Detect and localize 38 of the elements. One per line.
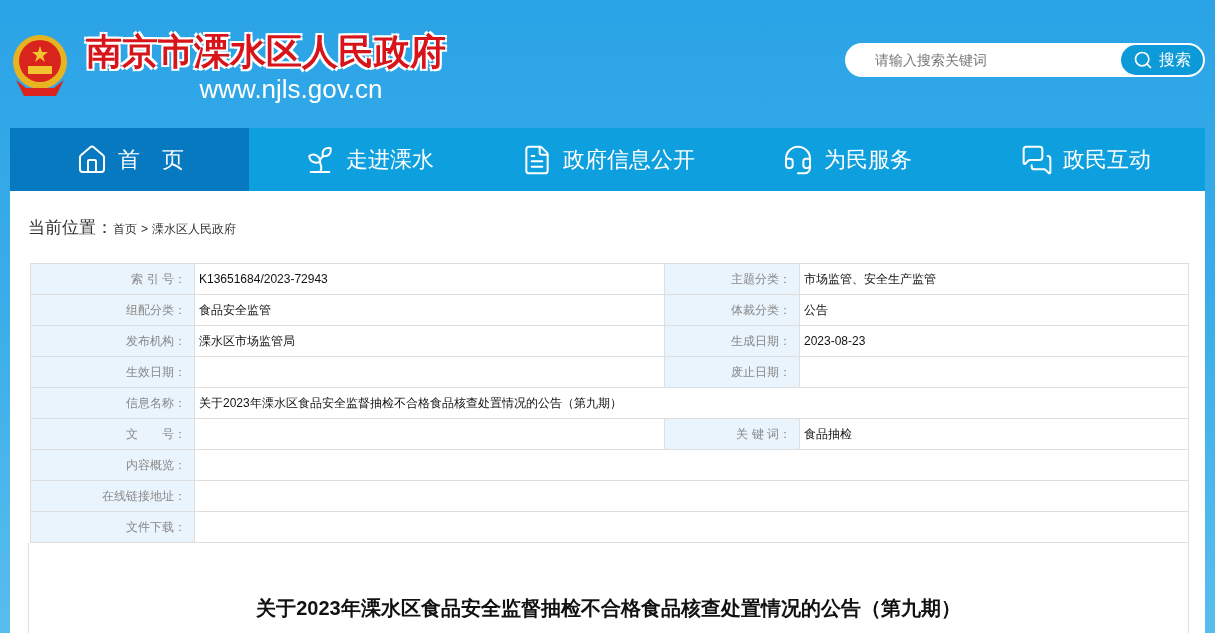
field-label: 组配分类：	[31, 294, 195, 325]
field-label: 文件下载：	[31, 511, 195, 542]
field-label: 生成日期：	[665, 325, 800, 356]
field-label: 废止日期：	[665, 356, 800, 387]
search-field[interactable]: 请输入搜索关键词 搜索	[845, 43, 1205, 77]
site-name: 南京市溧水区人民政府	[86, 30, 446, 74]
nav-tab[interactable]: 首 页	[10, 128, 249, 191]
field-label: 主题分类：	[665, 263, 800, 294]
nav-tab[interactable]: 政府信息公开	[488, 128, 727, 191]
field-label: 信息名称：	[31, 387, 195, 418]
field-label: 内容概览：	[31, 449, 195, 480]
article-title: 关于2023年溧水区食品安全监督抽检不合格食品核查处置情况的公告（第九期）	[256, 595, 961, 621]
nav-tab[interactable]: 政民互动	[966, 128, 1205, 191]
chat-bubbles-icon	[1020, 143, 1053, 176]
field-label: 发布机构：	[31, 325, 195, 356]
breadcrumb-separator: >	[141, 221, 148, 238]
search-icon	[1133, 50, 1153, 70]
site-url: www.njls.gov.cn	[199, 74, 383, 104]
field-label: 生效日期：	[31, 356, 195, 387]
field-value: 食品抽检	[804, 426, 852, 441]
nav-tab[interactable]: 走进溧水	[249, 128, 488, 191]
nav-tab[interactable]: 为民服务	[727, 128, 966, 191]
field-value: 公告	[804, 302, 828, 317]
field-label: 索 引 号：	[31, 263, 195, 294]
field-value: K13651684/2023-72943	[199, 271, 328, 286]
field-label: 关 键 词：	[665, 418, 800, 449]
breadcrumb-link[interactable]: 首页	[113, 220, 137, 238]
search-button[interactable]: 搜索	[1121, 45, 1203, 75]
breadcrumb-link[interactable]: 溧水区人民政府	[152, 220, 236, 238]
field-value: 食品安全监管	[199, 302, 271, 317]
field-value: 关于2023年溧水区食品安全监督抽检不合格食品核查处置情况的公告（第九期）	[199, 395, 622, 410]
field-label: 体裁分类：	[665, 294, 800, 325]
field-value: 2023-08-23	[804, 333, 866, 348]
field-value: 市场监管、安全生产监管	[804, 271, 936, 286]
breadcrumb-label: 当前位置：	[28, 217, 113, 239]
field-label: 文 号：	[31, 418, 195, 449]
field-label: 在线链接地址：	[31, 480, 195, 511]
field-value: 溧水区市场监管局	[199, 333, 295, 348]
